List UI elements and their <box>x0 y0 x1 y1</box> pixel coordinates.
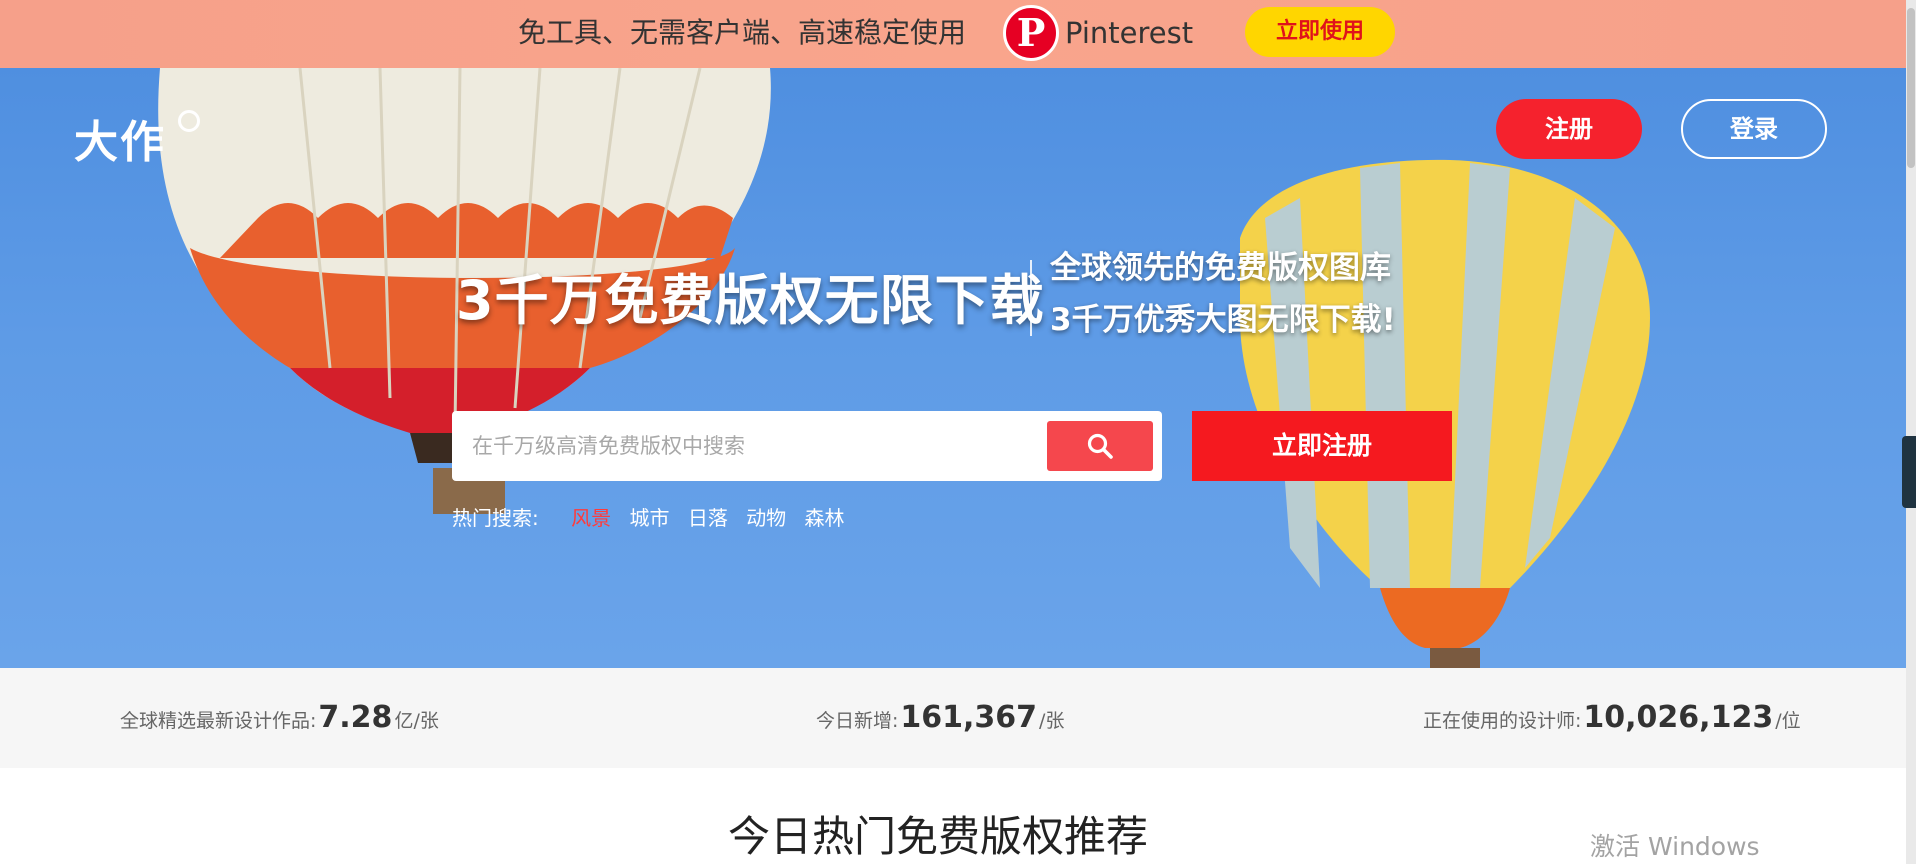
stat-unit: /张 <box>1039 710 1065 732</box>
scrollbar-thumb[interactable] <box>1907 8 1915 168</box>
scrollbar[interactable] <box>1906 0 1916 864</box>
side-tool-widget[interactable] <box>1902 436 1916 508</box>
headline-divider <box>1030 260 1032 336</box>
hot-search-item[interactable]: 日落 <box>688 504 728 532</box>
hot-searches-label: 热门搜索: <box>452 506 539 530</box>
stat-label: 今日新增: <box>816 710 899 732</box>
login-button[interactable]: 登录 <box>1681 99 1827 159</box>
pinterest-logo-icon: P <box>1003 5 1059 61</box>
stat-unit: /位 <box>1775 710 1801 732</box>
stat-works: 全球精选最新设计作品:7.28 亿/张 <box>120 698 439 741</box>
hero-subline-2: 3千万优秀大图无限下载! <box>1050 302 1396 338</box>
hot-search-item[interactable]: 森林 <box>805 504 845 532</box>
hero-headline: 3千万免费版权无限下载 <box>456 269 1045 332</box>
hot-search-item[interactable]: 城市 <box>629 504 669 532</box>
stat-value: 7.28 <box>318 700 393 735</box>
logo-mark-icon <box>178 110 200 132</box>
register-now-button[interactable]: 立即注册 <box>1192 411 1452 481</box>
search-box <box>452 411 1162 481</box>
stat-value: 10,026,123 <box>1583 700 1774 735</box>
pinterest-brand-name: Pinterest <box>1065 16 1194 50</box>
stat-value: 161,367 <box>900 700 1038 735</box>
site-logo[interactable]: 大作 <box>74 106 166 170</box>
stat-unit: 亿/张 <box>394 710 439 732</box>
windows-activation-watermark: 激活 Windows <box>1590 832 1760 861</box>
hero-subline-1: 全球领先的免费版权图库 <box>1050 250 1391 286</box>
stats-strip: 全球精选最新设计作品:7.28 亿/张 今日新增:161,367/张 正在使用的设… <box>0 668 1906 768</box>
hot-search-item[interactable]: 风景 <box>571 504 611 532</box>
hot-search-item[interactable]: 动物 <box>746 504 786 532</box>
stat-label: 全球精选最新设计作品: <box>120 710 317 732</box>
stat-today-new: 今日新增:161,367/张 <box>816 698 1064 741</box>
hot-air-balloon-left-image <box>158 68 1650 668</box>
promo-text: 免工具、无需客户端、高速稳定使用 <box>518 16 967 49</box>
section-title: 今日热门免费版权推荐 <box>728 812 1149 861</box>
search-icon <box>1087 433 1113 459</box>
promo-use-now-button[interactable]: 立即使用 <box>1245 7 1395 57</box>
hero-banner: 大作 注册 登录 3千万免费版权无限下载 全球领先的免费版权图库 3千万优秀大图… <box>0 68 1916 668</box>
search-button[interactable] <box>1047 421 1153 471</box>
hot-searches: 热门搜索: 风景 城市 日落 动物 森林 <box>452 504 857 532</box>
stat-designers: 正在使用的设计师:10,026,123/位 <box>1423 698 1801 741</box>
promo-banner: 免工具、无需客户端、高速稳定使用 P Pinterest 立即使用 <box>0 0 1916 68</box>
search-input[interactable] <box>470 411 1030 481</box>
stat-label: 正在使用的设计师: <box>1423 710 1582 732</box>
register-button[interactable]: 注册 <box>1496 99 1642 159</box>
